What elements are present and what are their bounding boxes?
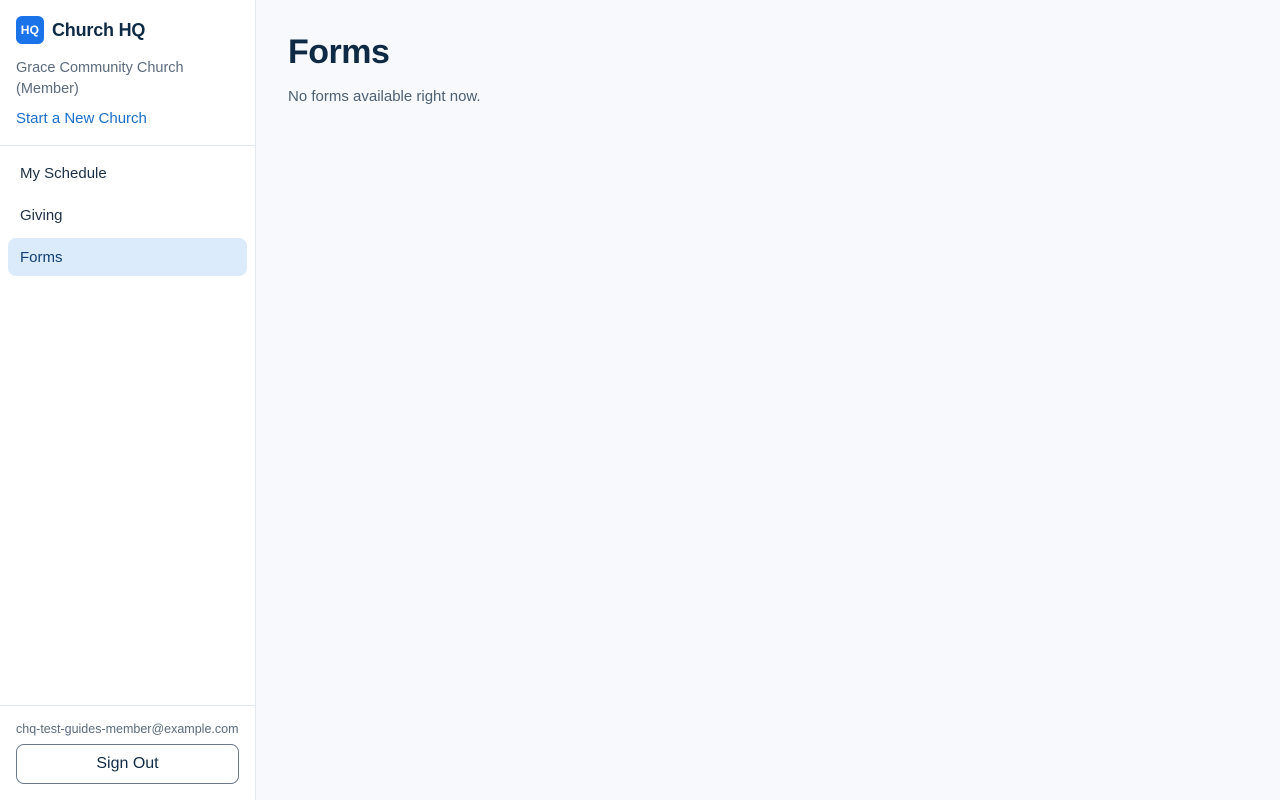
- app-logo: HQ: [16, 16, 44, 44]
- sidebar-item-my-schedule[interactable]: My Schedule: [8, 154, 247, 192]
- church-name: Grace Community Church (Member): [16, 60, 184, 97]
- user-email: chq-test-guides-member@example.com: [16, 722, 239, 736]
- main-content: Forms No forms available right now.: [256, 0, 1280, 800]
- sign-out-button[interactable]: Sign Out: [16, 744, 239, 784]
- app-name: Church HQ: [52, 19, 146, 40]
- sidebar-item-forms[interactable]: Forms: [8, 238, 247, 276]
- sidebar-nav: My Schedule Giving Forms: [0, 146, 255, 705]
- brand-row: HQ Church HQ: [16, 16, 239, 44]
- app-shell: HQ Church HQ Grace Community Church (Mem…: [0, 0, 1280, 800]
- empty-state-message: No forms available right now.: [288, 88, 481, 105]
- sidebar: HQ Church HQ Grace Community Church (Mem…: [0, 0, 256, 800]
- page-title: Forms: [288, 33, 390, 71]
- sidebar-item-giving[interactable]: Giving: [8, 196, 247, 234]
- brand-block: HQ Church HQ Grace Community Church (Mem…: [0, 0, 255, 146]
- sidebar-footer: chq-test-guides-member@example.com Sign …: [0, 705, 255, 800]
- start-new-church-link[interactable]: Start a New Church: [16, 110, 239, 127]
